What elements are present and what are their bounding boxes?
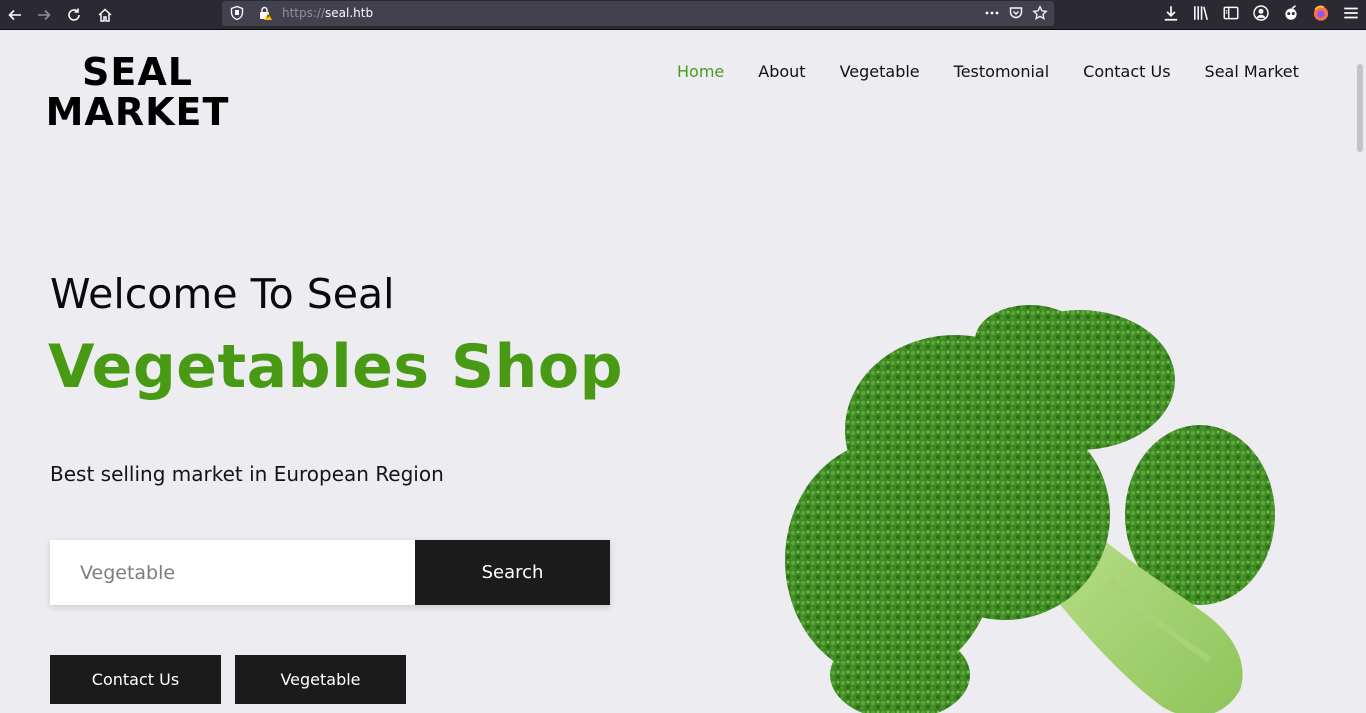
- logo-line-1: SEAL: [82, 50, 193, 94]
- hero-headline: Vegetables Shop: [48, 332, 624, 402]
- back-icon[interactable]: [3, 3, 27, 27]
- lock-warning-icon[interactable]: [257, 5, 273, 21]
- more-icon[interactable]: [984, 5, 1000, 21]
- nav-home[interactable]: Home: [677, 62, 724, 81]
- account-icon[interactable]: [1252, 4, 1270, 22]
- forward-icon[interactable]: [32, 3, 56, 27]
- pocket-icon[interactable]: [1008, 5, 1024, 21]
- page-content: SEAL MARKET Home About Vegetable Testomo…: [0, 30, 1354, 713]
- sidebar-icon[interactable]: [1222, 4, 1240, 22]
- broccoli-image: [780, 280, 1280, 713]
- main-nav: Home About Vegetable Testomonial Contact…: [677, 62, 1299, 81]
- browser-toolbar: https://seal.htb: [0, 0, 1366, 30]
- reload-icon[interactable]: [62, 3, 86, 27]
- nav-testimonial[interactable]: Testomonial: [954, 62, 1050, 81]
- url-scheme: https://: [282, 6, 326, 20]
- menu-icon[interactable]: [1342, 4, 1360, 22]
- hero-tagline: Best selling market in European Region: [50, 462, 444, 486]
- home-icon[interactable]: [93, 3, 117, 27]
- extension-icon[interactable]: [1282, 4, 1300, 22]
- star-icon[interactable]: [1032, 5, 1048, 21]
- url-host: seal.htb: [325, 6, 374, 20]
- scrollbar-thumb[interactable]: [1357, 64, 1363, 152]
- hero-welcome: Welcome To Seal: [50, 270, 395, 318]
- search-form: Search: [50, 540, 610, 605]
- library-icon[interactable]: [1192, 4, 1210, 22]
- page-scrollbar[interactable]: [1354, 30, 1366, 713]
- logo-line-2: MARKET: [45, 90, 230, 134]
- search-input[interactable]: [50, 540, 415, 605]
- url-text: https://seal.htb: [282, 6, 373, 20]
- nav-seal-market[interactable]: Seal Market: [1205, 62, 1299, 81]
- nav-vegetable[interactable]: Vegetable: [840, 62, 920, 81]
- shield-icon[interactable]: [229, 5, 245, 21]
- nav-about[interactable]: About: [758, 62, 805, 81]
- site-logo[interactable]: SEAL MARKET: [40, 52, 235, 132]
- url-bar[interactable]: https://seal.htb: [222, 1, 1054, 26]
- download-icon[interactable]: [1162, 4, 1180, 22]
- vegetable-button[interactable]: Vegetable: [235, 655, 406, 704]
- firefox-icon[interactable]: [1312, 4, 1330, 22]
- nav-contact-us[interactable]: Contact Us: [1083, 62, 1170, 81]
- search-button[interactable]: Search: [415, 540, 610, 605]
- contact-us-button[interactable]: Contact Us: [50, 655, 221, 704]
